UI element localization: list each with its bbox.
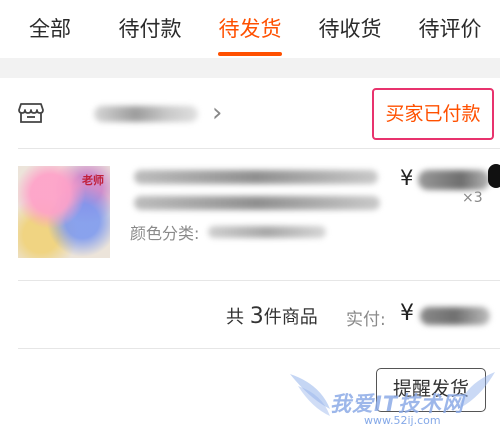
paid-amount-redacted: [420, 307, 490, 325]
spec-label: 颜色分类:: [130, 224, 200, 243]
tab-pending-shipment[interactable]: 待发货: [200, 0, 300, 58]
shop-name-redacted: [94, 106, 198, 122]
product-image-tag: 老师: [82, 174, 104, 187]
quantity: ×3: [462, 190, 483, 206]
divider: [18, 148, 500, 149]
divider: [18, 348, 500, 349]
product-title-redacted-line2[interactable]: [134, 196, 380, 210]
total-suffix: 件商品: [263, 307, 318, 328]
order-status: 买家已付款: [372, 88, 494, 140]
chevron-right-icon[interactable]: ›: [212, 100, 222, 126]
total-items: 共 3件商品: [226, 303, 318, 329]
product-title-redacted[interactable]: [134, 170, 378, 184]
tab-label: 待评价: [418, 17, 482, 41]
tab-label: 全部: [29, 17, 71, 41]
tab-label: 待收货: [318, 17, 382, 41]
total-prefix: 共: [226, 307, 244, 328]
tab-pending-review[interactable]: 待评价: [400, 0, 500, 58]
watermark-url: www.52ij.com: [364, 414, 441, 427]
price-symbol: ¥: [400, 166, 414, 190]
paid-symbol: ¥: [400, 301, 414, 326]
price-redacted: [418, 170, 490, 190]
tab-pending-payment[interactable]: 待付款: [100, 0, 200, 58]
order-tabs: 全部 待付款 待发货 待收货 待评价: [0, 0, 500, 58]
order-summary: 共 3件商品 实付: ¥: [0, 293, 500, 341]
active-tab-underline: [218, 52, 282, 56]
tab-label: 待发货: [218, 17, 282, 41]
edge-artifact: [488, 164, 500, 188]
total-count: 3: [249, 304, 264, 329]
paid-label: 实付:: [346, 310, 386, 330]
store-icon: [18, 103, 44, 123]
shop-row[interactable]: › 买家已付款: [0, 78, 500, 148]
divider: [18, 280, 500, 281]
order-card: › 买家已付款 老师 颜色分类: ¥ ×3 共 3件商品 实付: ¥ 提醒发货: [0, 78, 500, 433]
tab-pending-receipt[interactable]: 待收货: [300, 0, 400, 58]
product-image[interactable]: 老师: [18, 166, 110, 258]
spec-value-redacted: [208, 226, 326, 238]
tab-all[interactable]: 全部: [0, 0, 100, 58]
tab-label: 待付款: [118, 17, 182, 41]
